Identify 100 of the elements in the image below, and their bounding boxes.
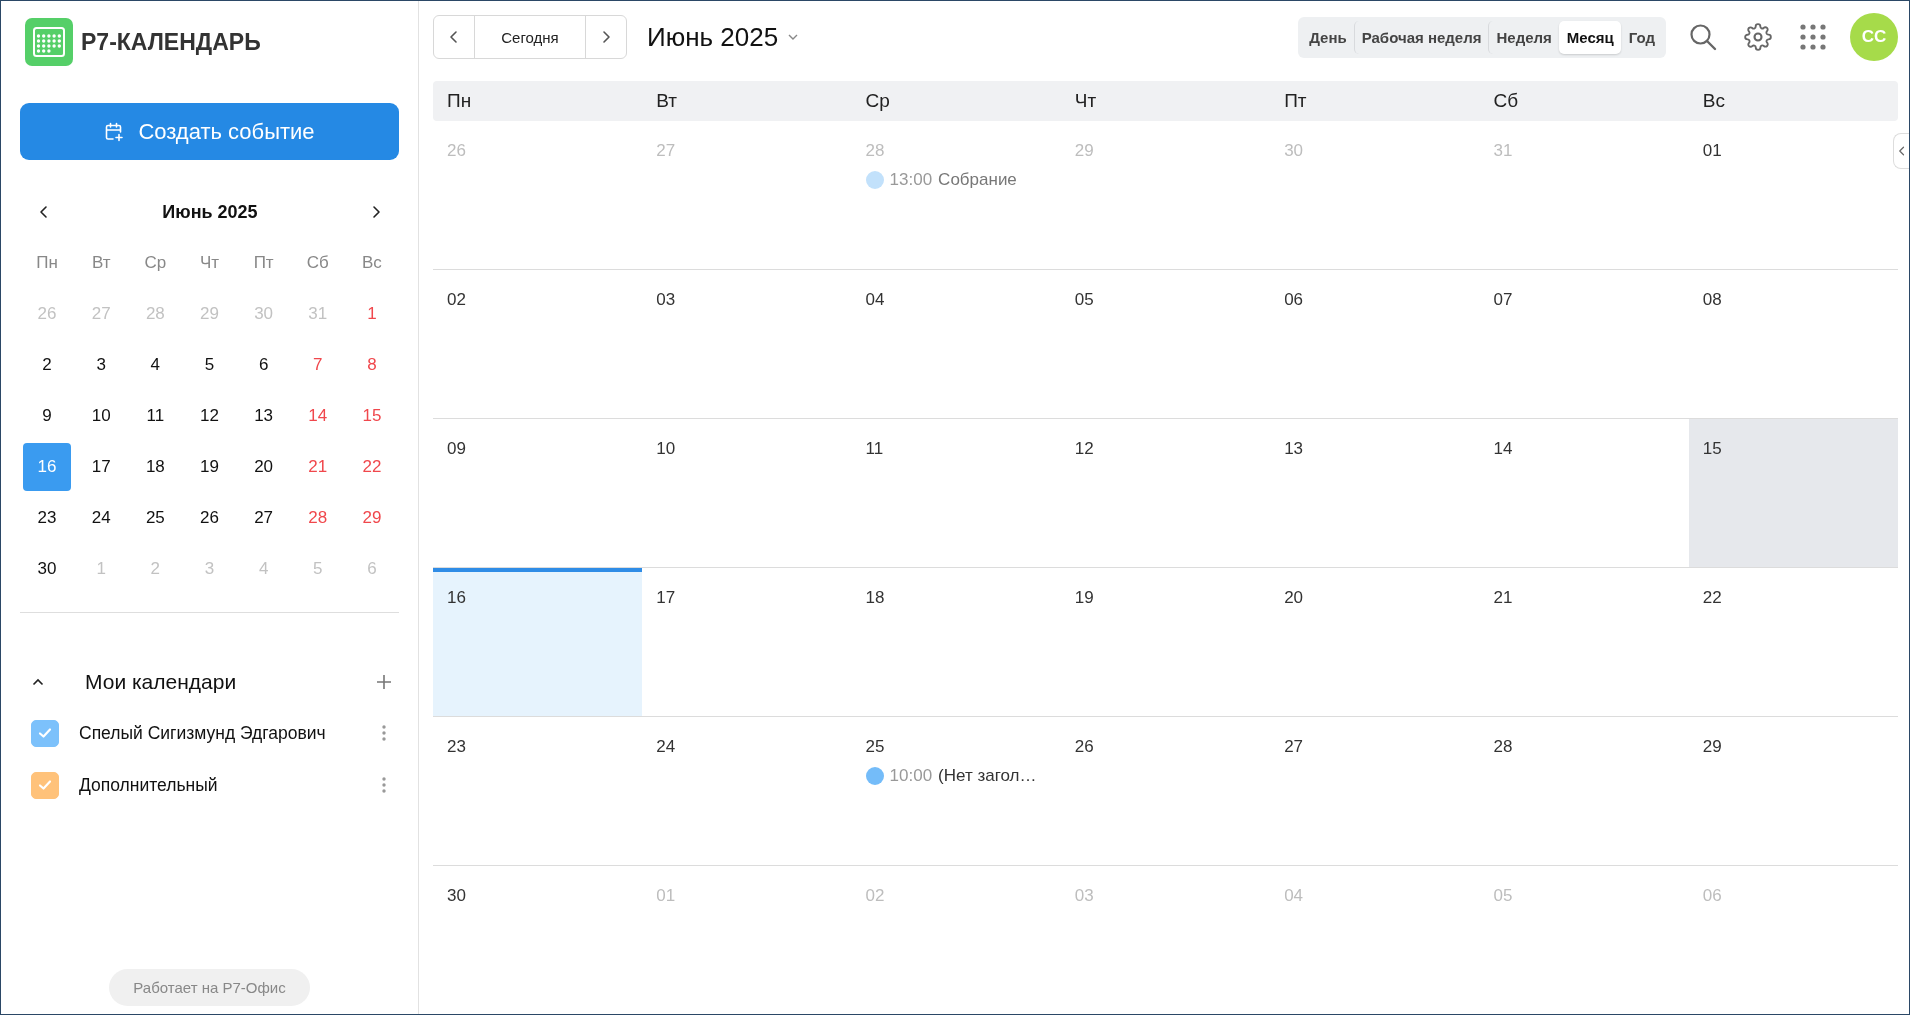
mini-calendar-day[interactable]: 4	[131, 340, 180, 389]
mini-calendar-day[interactable]: 13	[239, 391, 288, 440]
view-tab[interactable]: Рабочая неделя	[1353, 20, 1489, 54]
day-number: 31	[1493, 141, 1513, 160]
calendar-day-cell[interactable]: 10	[642, 419, 852, 567]
day-number: 26	[447, 141, 466, 160]
event-title[interactable]: Собрание	[938, 170, 1017, 190]
calendar-day-cell[interactable]: 28	[1479, 717, 1689, 865]
mini-calendar-day[interactable]: 15	[347, 391, 396, 440]
panel-toggle-button[interactable]	[1893, 133, 1909, 169]
calendar-day-cell[interactable]: 27	[1270, 717, 1480, 865]
calendar-day-cell[interactable]: 09	[433, 419, 643, 567]
view-tab[interactable]: День	[1302, 20, 1354, 54]
day-number: 19	[1074, 588, 1094, 607]
day-number: 02	[865, 886, 885, 905]
mini-calendar-day[interactable]: 5	[185, 340, 234, 389]
calendar-day-cell[interactable]: 16	[433, 568, 643, 716]
powered-by-label: Работает на Р7-Офис	[109, 969, 310, 1006]
calendar-day-cell[interactable]: 29	[1688, 717, 1898, 865]
calendar-day-cell[interactable]: 02	[433, 270, 643, 418]
calendar-day-cell[interactable]: 14	[1479, 419, 1689, 567]
view-tab[interactable]: Год	[1620, 20, 1662, 54]
day-number: 08	[1702, 290, 1722, 309]
calendar-day-cell[interactable]: 05	[1060, 270, 1271, 418]
calendar-day-cell[interactable]: 20	[1270, 568, 1480, 716]
calendar-day-cell[interactable]: 04	[851, 270, 1061, 418]
calendar-day-cell[interactable]: 07	[1479, 270, 1689, 418]
day-number: 22	[1702, 588, 1722, 607]
calendar-day-cell[interactable]: 01	[1688, 121, 1898, 269]
event-title[interactable]: (Нет загол…	[938, 766, 1037, 786]
day-number: 26	[1074, 737, 1094, 756]
calendar-day-cell[interactable]: 22	[1688, 568, 1898, 716]
calendar-day-cell[interactable]: 28 13:00 Собрание	[851, 121, 1061, 269]
day-number: 20	[1284, 588, 1304, 607]
calendar-day-cell[interactable]: 30	[433, 866, 643, 1014]
create-event-button[interactable]: Создать событие	[20, 103, 399, 160]
day-number: 10	[656, 439, 676, 458]
calendar-day-cell[interactable]: 17	[642, 568, 852, 716]
mini-calendar-day[interactable]: 29	[347, 493, 396, 542]
mini-calendar-day[interactable]: 6	[239, 340, 288, 389]
calendar-day-cell[interactable]: 06	[1270, 270, 1480, 418]
weekday-label: Чт	[199, 252, 220, 273]
day-number: 02	[447, 290, 466, 309]
mini-calendar-day[interactable]: 20	[239, 442, 288, 491]
grid-dots-icon	[1799, 23, 1827, 51]
mini-calendar-day[interactable]: 7	[293, 340, 342, 389]
day-number: 23	[447, 737, 466, 756]
mini-calendar-day[interactable]: 21	[293, 442, 342, 491]
calendar-day-cell[interactable]: 19	[1060, 568, 1271, 716]
mini-calendar-day[interactable]: 26	[185, 493, 234, 542]
mini-calendar-day[interactable]: 18	[131, 442, 180, 491]
calendar-name: Спелый Сигизмунд Эдгарович	[79, 722, 327, 744]
day-number: 04	[1284, 886, 1304, 905]
calendar-day-cell[interactable]: 08	[1688, 270, 1898, 418]
calendar-day-cell[interactable]: 12	[1060, 419, 1271, 567]
day-number: 14	[1493, 439, 1513, 458]
calendar-day-cell[interactable]: 11	[851, 419, 1061, 567]
mini-calendar-day[interactable]: 23	[23, 493, 72, 542]
calendar-day-cell[interactable]: 13	[1270, 419, 1480, 567]
calendar-day-cell[interactable]: 24	[642, 717, 852, 865]
mini-calendar-day[interactable]: 9	[23, 391, 72, 440]
mini-calendar-day[interactable]: 25	[131, 493, 180, 542]
mini-calendar-day[interactable]: 24	[77, 493, 126, 542]
mini-calendar-day[interactable]: 8	[347, 340, 396, 389]
weekday-label: Вс	[1701, 90, 1726, 112]
calendar-checkbox[interactable]	[31, 719, 59, 747]
day-number: 09	[447, 439, 466, 458]
mini-calendar-day[interactable]: 11	[131, 391, 180, 440]
mini-calendar-day[interactable]: 14	[293, 391, 342, 440]
mini-calendar-day[interactable]: 27	[239, 493, 288, 542]
mini-calendar-day[interactable]: 19	[185, 442, 234, 491]
mini-calendar-day[interactable]: 12	[185, 391, 234, 440]
day-number: 03	[656, 290, 676, 309]
calendar-day-cell[interactable]: 15	[1688, 419, 1898, 567]
mini-calendar-day[interactable]: 28	[293, 493, 342, 542]
mini-calendar-day[interactable]: 10	[77, 391, 126, 440]
mini-calendar-day[interactable]: 1	[347, 289, 396, 338]
day-number: 30	[1284, 141, 1304, 160]
mini-calendar-day[interactable]: 22	[347, 442, 396, 491]
mini-calendar-day[interactable]: 3	[77, 340, 126, 389]
day-number: 01	[656, 886, 676, 905]
calendar-day-cell[interactable]: 18	[851, 568, 1061, 716]
day-number: 29	[1702, 737, 1722, 756]
calendar-day-cell[interactable]: 23	[433, 717, 643, 865]
view-tab[interactable]: Неделя	[1488, 20, 1559, 54]
calendar-day-cell[interactable]: 25 10:00 (Нет загол…	[851, 717, 1061, 865]
calendar-checkbox[interactable]	[31, 771, 59, 799]
mini-calendar-day[interactable]: 30	[23, 544, 72, 593]
mini-calendar-day[interactable]: 17	[77, 442, 126, 491]
calendar-day-cell[interactable]: 03	[642, 270, 852, 418]
calendar-day-cell[interactable]: 21	[1479, 568, 1689, 716]
day-number: 24	[656, 737, 676, 756]
view-tab[interactable]: Месяц	[1558, 20, 1621, 54]
day-number: 06	[1702, 886, 1722, 905]
weekday-label: Вт	[655, 90, 679, 112]
weekday-label: Пн	[446, 90, 473, 112]
day-number: 04	[865, 290, 885, 309]
mini-calendar-day[interactable]: 2	[23, 340, 72, 389]
event-time: 10:00	[889, 766, 933, 786]
calendar-day-cell[interactable]: 26	[1060, 717, 1271, 865]
